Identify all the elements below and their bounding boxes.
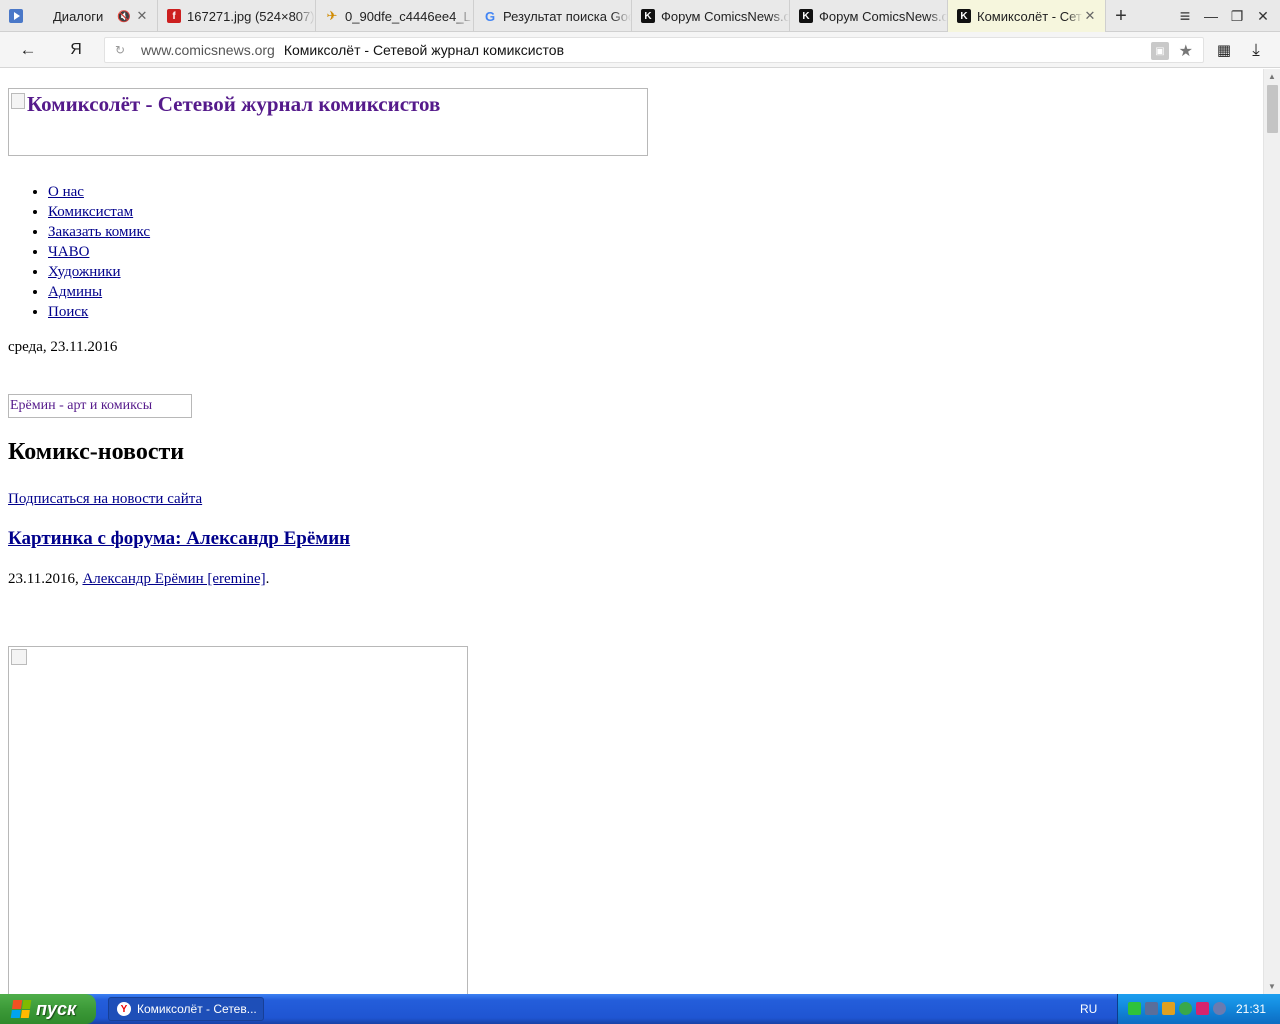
subscribe-row: Подписаться на новости сайта (8, 491, 202, 508)
bookmark-star-icon[interactable]: ★ (1179, 41, 1193, 61)
k-icon: K (641, 9, 655, 23)
update-icon[interactable] (1179, 1002, 1192, 1015)
yandex-logo-icon[interactable]: Я (62, 36, 90, 64)
k-icon: K (957, 9, 971, 23)
post-image[interactable] (8, 646, 468, 994)
tab-comicsnews-active[interactable]: K Комиксолёт - Сетевой журнал комиксисто… (948, 0, 1106, 32)
close-icon[interactable]: ✕ (1083, 8, 1097, 24)
address-page-title: Комиксолёт - Сетевой журнал комиксистов (283, 42, 565, 58)
help-icon[interactable] (1213, 1002, 1226, 1015)
tab-title: 167271.jpg (524×807) (187, 8, 315, 24)
bird-icon: ✈ (326, 8, 338, 23)
tab-title: Диалоги (53, 8, 104, 24)
network-icon[interactable] (1128, 1002, 1141, 1015)
back-icon[interactable]: ← (14, 36, 42, 64)
tab-strip: Диалоги 🔇 ✕ f 167271.jpg (524×807) ✈ 0_9… (0, 0, 1280, 32)
display-icon[interactable] (1145, 1002, 1158, 1015)
page-viewport: Комиксолёт - Сетевой журнал комиксистов … (0, 69, 1263, 994)
tab-image-file[interactable]: ✈ 0_90dfe_c4446ee4_L (316, 0, 474, 32)
table-icon[interactable]: ▦ (1210, 36, 1238, 64)
section-title: Комикс-новости (8, 439, 185, 465)
address-domain: www.comicsnews.org (141, 42, 275, 58)
subscribe-link[interactable]: Подписаться на новости сайта (8, 491, 202, 507)
post-meta: 23.11.2016, Александр Ерёмин [eremine]. (8, 571, 269, 588)
close-window-icon[interactable]: ✕ (1250, 0, 1276, 32)
tab-title: Форум ComicsNews.org (819, 8, 947, 24)
minimize-icon[interactable]: — (1198, 0, 1224, 32)
taskbar: пуск Y Комиксолёт - Сетев... RU 21:31 (0, 994, 1280, 1024)
restore-icon[interactable]: ❐ (1224, 0, 1250, 32)
navigation-bar: ← Я ↻ www.comicsnews.org Комиксолёт - Се… (0, 32, 1280, 68)
menu-link[interactable]: Поиск (48, 304, 88, 320)
vertical-scrollbar[interactable]: ▲ ▼ (1263, 69, 1280, 994)
google-icon: G (484, 8, 496, 24)
play-icon (9, 9, 23, 23)
menu-link[interactable]: Админы (48, 284, 102, 300)
tab-title: Комиксолёт - Сетевой журнал комиксистов (977, 8, 1083, 24)
yandex-browser-icon: Y (117, 1002, 131, 1016)
tab-title: 0_90dfe_c4446ee4_L (345, 8, 471, 24)
tab-dialogs[interactable]: Диалоги 🔇 ✕ (0, 0, 158, 32)
taskbar-window-browser[interactable]: Y Комиксолёт - Сетев... (108, 997, 264, 1021)
address-bar[interactable]: ↻ www.comicsnews.org Комиксолёт - Сетево… (104, 37, 1204, 63)
download-icon[interactable]: ⤓ (1242, 36, 1270, 64)
start-button[interactable]: пуск (0, 994, 96, 1024)
menu-link[interactable]: Комиксистам (48, 204, 133, 220)
menu-item-artists: Художники (48, 262, 150, 282)
site-banner-image[interactable]: Комиксолёт - Сетевой журнал комиксистов (8, 88, 648, 156)
new-tab-icon[interactable]: + (1108, 0, 1134, 32)
volume-icon[interactable] (1162, 1002, 1175, 1015)
post-title-heading: Картинка с форума: Александр Ерёмин (8, 528, 350, 550)
menu-link[interactable]: Художники (48, 264, 121, 280)
broken-image-icon (11, 649, 27, 665)
menu-icon[interactable]: ≡ (1172, 0, 1198, 32)
speaker-muted-icon[interactable]: 🔇 (117, 10, 131, 23)
menu-item-order: Заказать комикс (48, 222, 150, 242)
post-date: 23.11.2016, (8, 571, 79, 587)
art-alt-text: Ерёмин - арт и комиксы (10, 398, 153, 413)
broken-image-icon (11, 93, 25, 109)
language-indicator[interactable]: RU (1080, 1002, 1097, 1016)
menu-link[interactable]: О нас (48, 184, 84, 200)
menu-item-about: О нас (48, 182, 150, 202)
flash-icon: f (167, 9, 181, 23)
k-icon: K (799, 9, 813, 23)
scrollbar-thumb[interactable] (1267, 85, 1278, 133)
banner-alt-text: Комиксолёт - Сетевой журнал комиксистов (27, 92, 441, 116)
menu-link[interactable]: Заказать комикс (48, 224, 150, 240)
clock: 21:31 (1235, 1002, 1266, 1016)
app-tray-icon[interactable] (1196, 1002, 1209, 1015)
post-author-link[interactable]: Александр Ерёмин [eremine] (82, 571, 265, 587)
tab-image-jpg[interactable]: f 167271.jpg (524×807) (158, 0, 316, 32)
tab-title: Результат поиска Google (503, 8, 631, 24)
art-promo-image[interactable]: Ерёмин - арт и комиксы (8, 394, 192, 418)
windows-logo-icon (10, 1000, 32, 1018)
tab-title: Форум ComicsNews.org (661, 8, 789, 24)
site-menu: О нас Комиксистам Заказать комикс ЧАВО Х… (8, 182, 150, 322)
close-icon[interactable]: ✕ (135, 8, 149, 24)
current-date: среда, 23.11.2016 (8, 339, 118, 355)
menu-link[interactable]: ЧАВО (48, 244, 89, 260)
lock-icon[interactable]: ▣ (1151, 42, 1169, 60)
menu-item-search: Поиск (48, 302, 150, 322)
tab-forum-2[interactable]: K Форум ComicsNews.org (790, 0, 948, 32)
tab-google-search[interactable]: G Результат поиска Google (474, 0, 632, 32)
menu-item-admins: Админы (48, 282, 150, 302)
start-label: пуск (36, 998, 77, 1019)
reload-icon[interactable]: ↻ (107, 43, 133, 57)
post-meta-period: . (265, 571, 270, 587)
scroll-down-icon[interactable]: ▼ (1268, 982, 1276, 991)
scroll-up-icon[interactable]: ▲ (1268, 72, 1276, 81)
menu-item-faq: ЧАВО (48, 242, 150, 262)
tab-forum-1[interactable]: K Форум ComicsNews.org (632, 0, 790, 32)
system-tray: 21:31 (1117, 994, 1280, 1024)
taskbar-window-label: Комиксолёт - Сетев... (137, 1002, 257, 1016)
menu-item-for-artists: Комиксистам (48, 202, 150, 222)
post-title-link[interactable]: Картинка с форума: Александр Ерёмин (8, 528, 350, 549)
